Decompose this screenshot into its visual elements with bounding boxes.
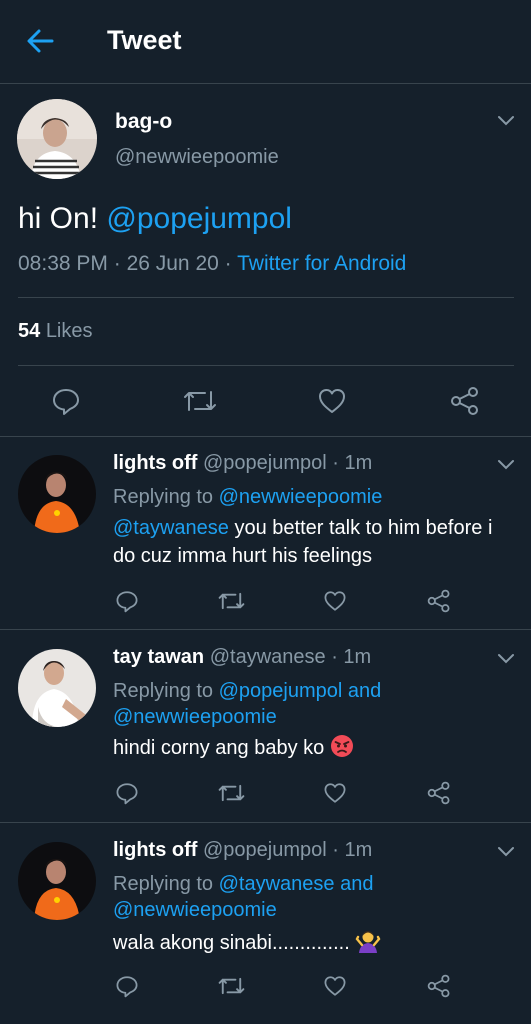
chevron-down-icon[interactable] bbox=[496, 114, 516, 128]
replying-to: Replying to @taywanese and @newwieepoomi… bbox=[113, 871, 513, 923]
replying-to-label: Replying to bbox=[113, 873, 214, 895]
back-arrow-icon[interactable] bbox=[24, 26, 56, 56]
divider bbox=[18, 365, 514, 366]
tweet-source-link[interactable]: Twitter for Android bbox=[237, 252, 406, 275]
reply-tweet[interactable]: lights off @popejumpol · 1m Replying to … bbox=[0, 823, 531, 1024]
tweet-date: 26 Jun 20 bbox=[126, 252, 219, 275]
tweet-text: hi On! @popejumpol bbox=[18, 202, 292, 236]
replying-to-link[interactable]: @newwieepoomie bbox=[219, 486, 383, 508]
reply-author-handle[interactable]: @popejumpol bbox=[203, 452, 327, 474]
avatar[interactable] bbox=[17, 99, 97, 179]
main-tweet: bag-o @newwieepoomie hi On! @popejumpol … bbox=[0, 84, 531, 437]
reply-text-body: wala akong sinabi.............. bbox=[113, 932, 350, 954]
mention-link[interactable]: @popejumpol bbox=[106, 202, 292, 235]
reply-author-name[interactable]: lights off bbox=[113, 839, 197, 861]
person-shrugging-emoji bbox=[355, 927, 381, 961]
replying-to: Replying to @newwieepoomie bbox=[113, 484, 513, 510]
reply-author-name[interactable]: lights off bbox=[113, 452, 197, 474]
likes-label: Likes bbox=[45, 320, 93, 342]
avatar[interactable] bbox=[18, 842, 96, 920]
heart-icon[interactable] bbox=[317, 386, 347, 416]
reply-text-body: hindi corny ang baby ko bbox=[113, 737, 325, 759]
heart-icon[interactable] bbox=[323, 589, 347, 613]
reply-icon[interactable] bbox=[115, 589, 139, 613]
replying-to-label: Replying to bbox=[113, 680, 214, 702]
reply-author-handle[interactable]: @taywanese bbox=[210, 646, 326, 668]
retweet-icon[interactable] bbox=[218, 974, 245, 998]
reply-header: lights off @popejumpol · 1m bbox=[113, 452, 372, 475]
chevron-down-icon[interactable] bbox=[496, 652, 516, 666]
divider bbox=[18, 297, 514, 298]
replying-to-label: Replying to bbox=[113, 486, 214, 508]
reply-text: hindi corny ang baby ko bbox=[113, 734, 513, 766]
reply-time: · 1m bbox=[332, 839, 373, 861]
avatar[interactable] bbox=[18, 649, 96, 727]
reply-header: lights off @popejumpol · 1m bbox=[113, 839, 372, 862]
avatar[interactable] bbox=[18, 455, 96, 533]
reply-tweet[interactable]: lights off @popejumpol · 1m Replying to … bbox=[0, 436, 531, 630]
share-icon[interactable] bbox=[427, 781, 451, 805]
reply-text: @taywanese you better talk to him before… bbox=[113, 514, 513, 570]
reply-icon[interactable] bbox=[51, 386, 81, 416]
heart-icon[interactable] bbox=[323, 974, 347, 998]
share-icon[interactable] bbox=[427, 589, 451, 613]
tweet-meta: 08:38 PM · 26 Jun 20 · Twitter for Andro… bbox=[18, 252, 407, 275]
chevron-down-icon[interactable] bbox=[496, 458, 516, 472]
retweet-icon[interactable] bbox=[218, 589, 245, 613]
likes-number: 54 bbox=[18, 320, 41, 342]
mention-link[interactable]: @taywanese bbox=[113, 517, 229, 539]
retweet-icon[interactable] bbox=[183, 386, 217, 416]
share-icon[interactable] bbox=[427, 974, 451, 998]
tweet-time: 08:38 PM bbox=[18, 252, 108, 275]
reply-author-name[interactable]: tay tawan bbox=[113, 646, 204, 668]
author-name[interactable]: bag-o bbox=[115, 110, 172, 134]
reply-time: · 1m bbox=[331, 646, 372, 668]
page-title: Tweet bbox=[107, 25, 182, 55]
retweet-icon[interactable] bbox=[218, 781, 245, 805]
share-icon[interactable] bbox=[450, 386, 480, 416]
reply-tweet[interactable]: tay tawan @taywanese · 1m Replying to @p… bbox=[0, 630, 531, 823]
angry-face-emoji bbox=[330, 734, 354, 766]
reply-icon[interactable] bbox=[115, 974, 139, 998]
heart-icon[interactable] bbox=[323, 781, 347, 805]
tweet-text-body: hi On! bbox=[18, 202, 99, 235]
replying-to: Replying to @popejumpol and @newwieepoom… bbox=[113, 678, 513, 730]
reply-author-handle[interactable]: @popejumpol bbox=[203, 839, 327, 861]
author-handle[interactable]: @newwieepoomie bbox=[115, 146, 279, 169]
reply-text: wala akong sinabi.............. bbox=[113, 927, 513, 961]
likes-count[interactable]: 54 Likes bbox=[18, 320, 93, 343]
top-bar: Tweet bbox=[0, 0, 531, 84]
reply-header: tay tawan @taywanese · 1m bbox=[113, 646, 371, 669]
chevron-down-icon[interactable] bbox=[496, 845, 516, 859]
reply-time: · 1m bbox=[332, 452, 373, 474]
reply-icon[interactable] bbox=[115, 781, 139, 805]
